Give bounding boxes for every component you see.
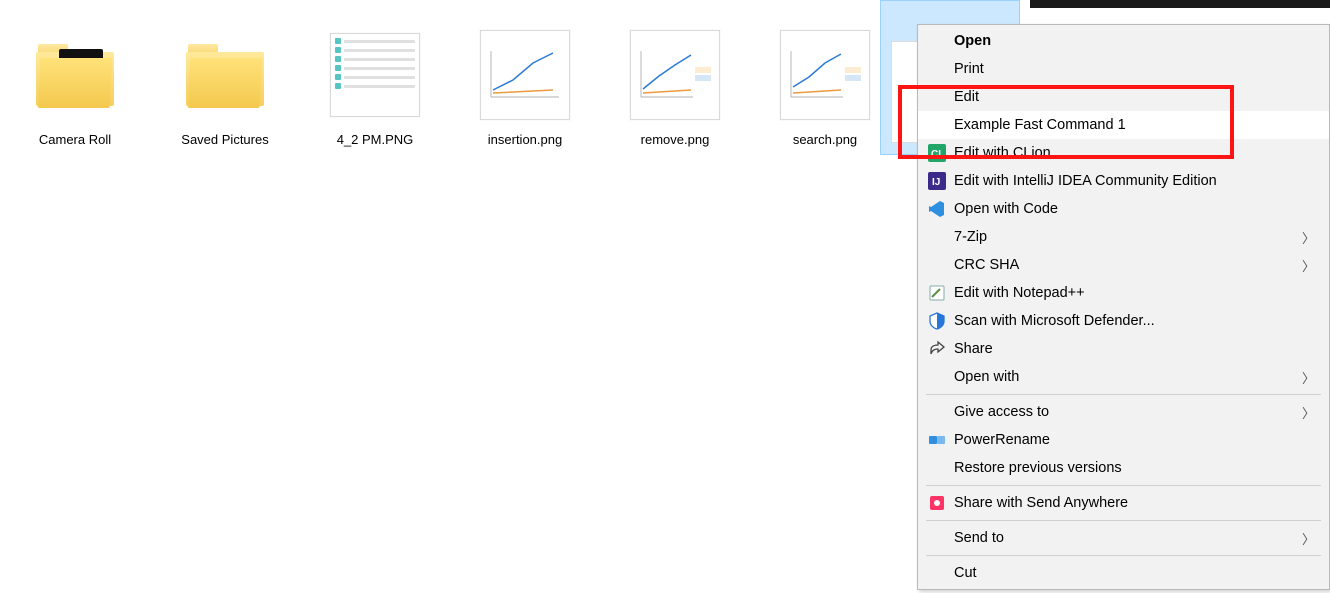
menu-item-send-to[interactable]: Send to〉 xyxy=(918,524,1329,552)
chevron-right-icon: 〉 xyxy=(1302,228,1315,247)
menu-item-open-with-code[interactable]: Open with Code xyxy=(918,195,1329,223)
clion-icon: CL xyxy=(924,144,950,162)
svg-text:IJ: IJ xyxy=(932,177,940,188)
context-menu: Open Print Edit Example Fast Command 1 C… xyxy=(917,24,1330,590)
menu-item-crc-sha[interactable]: CRC SHA〉 xyxy=(918,251,1329,279)
file-label: Camera Roll xyxy=(39,132,111,147)
share-icon xyxy=(924,340,950,358)
menu-item-edit-with-notepadpp[interactable]: Edit with Notepad++ xyxy=(918,279,1329,307)
menu-item-example-fast-command[interactable]: Example Fast Command 1 xyxy=(918,111,1329,139)
menu-item-open[interactable]: Open xyxy=(918,27,1329,55)
menu-separator xyxy=(926,555,1321,556)
image-thumbnail-icon xyxy=(330,30,420,120)
menu-item-give-access-to[interactable]: Give access to〉 xyxy=(918,398,1329,426)
image-thumbnail-icon xyxy=(480,30,570,120)
menu-separator xyxy=(926,520,1321,521)
file-item[interactable]: remove.png xyxy=(620,30,730,147)
menu-separator xyxy=(926,394,1321,395)
top-dark-strip xyxy=(1030,0,1330,8)
menu-item-share[interactable]: Share xyxy=(918,335,1329,363)
notepadpp-icon xyxy=(924,284,950,302)
intellij-icon: IJ xyxy=(924,172,950,190)
menu-item-powerrename[interactable]: PowerRename xyxy=(918,426,1329,454)
vscode-icon xyxy=(924,200,950,218)
menu-item-7zip[interactable]: 7-Zip〉 xyxy=(918,223,1329,251)
chevron-right-icon: 〉 xyxy=(1302,256,1315,275)
file-item[interactable]: search.png xyxy=(770,30,880,147)
menu-item-restore-versions[interactable]: Restore previous versions xyxy=(918,454,1329,482)
menu-item-edit-with-clion[interactable]: CL Edit with CLion xyxy=(918,139,1329,167)
file-item[interactable]: insertion.png xyxy=(470,30,580,147)
powerrename-icon xyxy=(924,431,950,449)
image-thumbnail-icon xyxy=(630,30,720,120)
menu-item-edit-with-intellij[interactable]: IJ Edit with IntelliJ IDEA Community Edi… xyxy=(918,167,1329,195)
chevron-right-icon: 〉 xyxy=(1302,368,1315,387)
defender-shield-icon xyxy=(924,312,950,330)
folder-icon xyxy=(180,30,270,120)
menu-item-scan-defender[interactable]: Scan with Microsoft Defender... xyxy=(918,307,1329,335)
send-anywhere-icon xyxy=(924,494,950,512)
explorer-pane: Camera Roll Saved Pictures 4_2 PM.PNG xyxy=(0,0,1330,593)
menu-item-send-anywhere[interactable]: Share with Send Anywhere xyxy=(918,489,1329,517)
file-item[interactable]: Camera Roll xyxy=(20,30,130,147)
menu-item-print[interactable]: Print xyxy=(918,55,1329,83)
file-label: insertion.png xyxy=(488,132,562,147)
file-label: 4_2 PM.PNG xyxy=(337,132,414,147)
file-grid: Camera Roll Saved Pictures 4_2 PM.PNG xyxy=(20,30,880,147)
chevron-right-icon: 〉 xyxy=(1302,403,1315,422)
svg-text:CL: CL xyxy=(931,149,944,160)
image-thumbnail-icon xyxy=(780,30,870,120)
file-label: search.png xyxy=(793,132,857,147)
file-label: Saved Pictures xyxy=(181,132,268,147)
file-label: remove.png xyxy=(641,132,710,147)
menu-item-open-with[interactable]: Open with〉 xyxy=(918,363,1329,391)
folder-icon xyxy=(30,30,120,120)
file-item[interactable]: 4_2 PM.PNG xyxy=(320,30,430,147)
file-item[interactable]: Saved Pictures xyxy=(170,30,280,147)
chevron-right-icon: 〉 xyxy=(1302,529,1315,548)
menu-item-cut[interactable]: Cut xyxy=(918,559,1329,587)
menu-separator xyxy=(926,485,1321,486)
menu-item-edit[interactable]: Edit xyxy=(918,83,1329,111)
